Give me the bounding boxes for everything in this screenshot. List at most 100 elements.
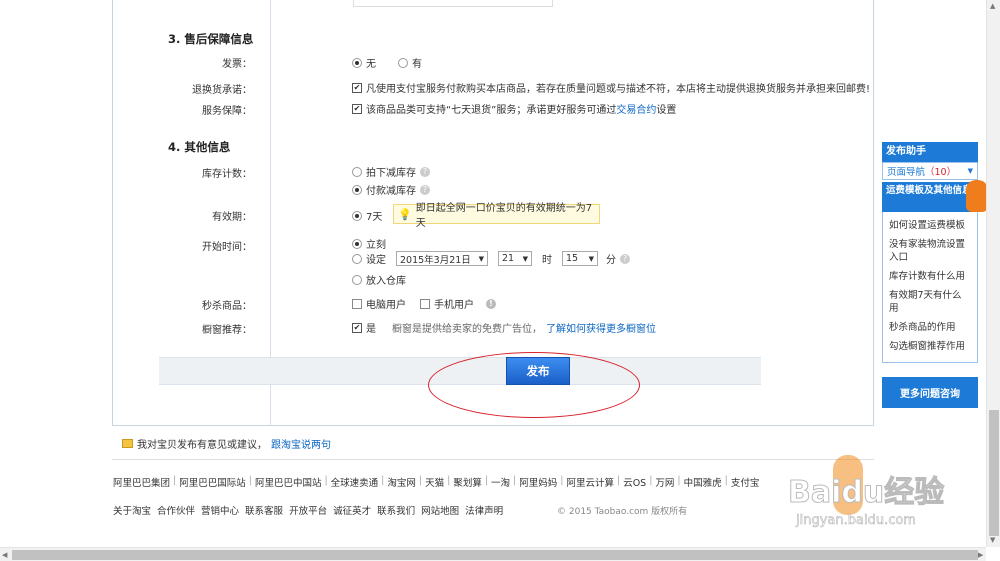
footer-link[interactable]: 聚划算 xyxy=(453,475,482,489)
invoice-yes-label: 有 xyxy=(412,59,422,70)
helper-question-item[interactable]: 库存计数有什么用 xyxy=(889,267,971,286)
info-icon[interactable]: ! xyxy=(486,298,496,309)
footer-link[interactable]: 支付宝 xyxy=(731,475,760,489)
footer-link[interactable]: 合作伙伴 xyxy=(157,503,195,517)
hour-select[interactable]: 21 ▼ xyxy=(498,251,532,266)
minute-select[interactable]: 15 ▼ xyxy=(562,251,598,266)
help-icon[interactable]: ? xyxy=(620,253,630,264)
publish-bar xyxy=(159,357,761,385)
helper-question-item[interactable]: 勾选橱窗推荐作用 xyxy=(889,337,971,356)
footer-divider xyxy=(112,459,874,460)
scroll-left-icon[interactable]: ◀ xyxy=(2,551,7,559)
footer-link[interactable]: 阿里巴巴中国站 xyxy=(255,475,322,489)
flash-options: 电脑用户 手机用户 ! xyxy=(352,296,496,311)
help-icon[interactable]: ? xyxy=(420,184,430,195)
horizontal-scroll-thumb[interactable] xyxy=(12,550,978,560)
copyright: © 2015 Taobao.com 版权所有 xyxy=(557,507,688,517)
footer-link[interactable]: 天猫 xyxy=(425,475,444,489)
stock-option-order: 拍下减库存 ? xyxy=(352,164,430,179)
flash-pc-checkbox[interactable] xyxy=(352,298,362,309)
start-now-option: 立刻 xyxy=(352,236,386,251)
horizontal-scrollbar[interactable]: ◀ ▶ xyxy=(0,547,986,561)
flash-mobile-checkbox[interactable] xyxy=(420,298,430,309)
page-nav-dropdown[interactable]: 页面导航（10） ▼ xyxy=(882,162,978,180)
footer-link[interactable]: 阿里云计算 xyxy=(566,475,614,489)
footer-link[interactable]: 全球速卖通 xyxy=(331,475,379,489)
more-questions-button[interactable]: 更多问题咨询 xyxy=(882,377,978,408)
help-icon[interactable]: ? xyxy=(420,166,430,177)
window-label: 橱窗推荐： xyxy=(202,325,252,336)
contract-link[interactable]: 交易合约 xyxy=(616,105,656,116)
scroll-down-icon[interactable]: ▼ xyxy=(990,536,995,544)
footer-link[interactable]: 诚征英才 xyxy=(333,503,371,517)
footer-link[interactable]: 法律声明 xyxy=(465,503,503,517)
validity-value: 7天 xyxy=(366,212,383,223)
footer-link[interactable]: 联系客服 xyxy=(245,503,283,517)
footer-link[interactable]: 营销中心 xyxy=(201,503,239,517)
footer-link[interactable]: 万网 xyxy=(655,475,674,489)
vertical-scroll-thumb[interactable] xyxy=(989,410,999,536)
footer-link[interactable]: 云OS xyxy=(623,475,646,489)
service-checkbox[interactable]: ✔ xyxy=(352,103,362,114)
warehouse-option: 放入仓库 xyxy=(352,272,406,287)
feedback-row: 我对宝贝发布有意见或建议， 跟淘宝说两句 xyxy=(122,436,331,451)
footer-link[interactable]: 联系我们 xyxy=(377,503,415,517)
stock-pay-label: 付款减库存 xyxy=(366,186,416,197)
watermark-brand: Baidu经验 xyxy=(787,475,945,511)
helper-question-item[interactable]: 秒杀商品的作用 xyxy=(889,318,971,337)
validity-label: 有效期： xyxy=(212,212,252,223)
start-set-label: 设定 xyxy=(366,255,386,266)
dropdown-arrow-icon: ▼ xyxy=(588,254,594,263)
invoice-label: 发票： xyxy=(222,59,252,70)
publish-helper: 发布助手 页面导航（10） ▼ 运费模板及其他信息 如何设置运费模板 没有家装物流… xyxy=(882,142,978,408)
scroll-up-icon[interactable]: ▲ xyxy=(990,2,995,10)
return-checkbox[interactable]: ✔ xyxy=(352,82,362,93)
footer-separator: | xyxy=(616,475,621,486)
window-checkbox[interactable]: ✔ xyxy=(352,322,362,333)
start-now-label: 立刻 xyxy=(366,240,386,251)
scroll-right-icon[interactable]: ▶ xyxy=(978,551,983,559)
footer-link[interactable]: 一淘 xyxy=(491,475,510,489)
page-nav-count: （10） xyxy=(925,167,957,178)
footer-link[interactable]: 阿里巴巴集团 xyxy=(113,475,170,489)
validity-radio[interactable] xyxy=(352,210,362,221)
date-select[interactable]: 2015年3月21日 ▼ xyxy=(396,251,488,266)
stock-pay-radio[interactable] xyxy=(352,184,362,195)
helper-question-item[interactable]: 没有家装物流设置入口 xyxy=(889,235,971,267)
publish-button[interactable]: 发布 xyxy=(506,357,570,385)
invoice-none-radio[interactable] xyxy=(352,57,362,68)
footer-link[interactable]: 开放平台 xyxy=(289,503,327,517)
footer-separator: | xyxy=(484,475,489,486)
footer-link[interactable]: 网站地图 xyxy=(421,503,459,517)
vertical-scrollbar[interactable]: ▲ ▼ xyxy=(986,0,1000,547)
warehouse-radio[interactable] xyxy=(352,274,362,285)
service-text: 该商品品类可支持“七天退货”服务；承诺更好服务可通过 xyxy=(366,105,617,116)
footer-links-primary: 阿里巴巴集团 | 阿里巴巴国际站 | 阿里巴巴中国站 | 全球速卖通 | 淘宝网 | 天猫 | 聚划算 |… xyxy=(113,475,759,489)
invoice-yes-radio[interactable] xyxy=(398,57,408,68)
footer-link[interactable]: 中国雅虎 xyxy=(684,475,722,489)
window-yes: 是 xyxy=(366,324,376,335)
start-now-radio[interactable] xyxy=(352,238,362,249)
page-nav-label: 页面导航 xyxy=(887,167,926,178)
footer-link[interactable]: 淘宝网 xyxy=(387,475,416,489)
hour-unit: 时 xyxy=(542,255,552,266)
service-suffix: 设置 xyxy=(656,105,677,116)
footer-link[interactable]: 阿里巴巴国际站 xyxy=(179,475,246,489)
footer-link[interactable]: 关于淘宝 xyxy=(113,503,151,517)
stock-order-radio[interactable] xyxy=(352,166,362,177)
helper-section-title: 运费模板及其他信息 xyxy=(882,182,978,212)
footer-link[interactable]: 阿里妈妈 xyxy=(519,475,557,489)
return-commitment: ✔ 凡使用支付宝服务付款购买本店商品，若存在质量问题或与描述不符，本店将主动提供… xyxy=(352,80,870,95)
validity-tip-text: 即日起全网一口价宝贝的有效期统一为7天 xyxy=(415,203,593,229)
footer-links-secondary: 关于淘宝 合作伙伴 营销中心 联系客服 开放平台 诚征英才 联系我们 网站地图 法律声明 xyxy=(113,503,509,517)
validity-tip: 💡 即日起全网一口价宝贝的有效期统一为7天 xyxy=(393,203,600,229)
helper-question-item[interactable]: 有效期7天有什么用 xyxy=(889,286,971,318)
after-sales-title: 3. 售后保障信息 xyxy=(168,32,254,46)
service-guarantee: ✔ 该商品品类可支持“七天退货”服务；承诺更好服务可通过交易合约设置 xyxy=(352,101,676,116)
start-set-radio[interactable] xyxy=(352,253,362,264)
helper-question-item[interactable]: 如何设置运费模板 xyxy=(889,216,971,235)
window-learn-link[interactable]: 了解如何获得更多橱窗位 xyxy=(546,320,656,335)
feedback-link[interactable]: 跟淘宝说两句 xyxy=(271,436,331,451)
lightbulb-icon: 💡 xyxy=(398,207,412,221)
stock-label: 库存计数： xyxy=(202,169,252,180)
